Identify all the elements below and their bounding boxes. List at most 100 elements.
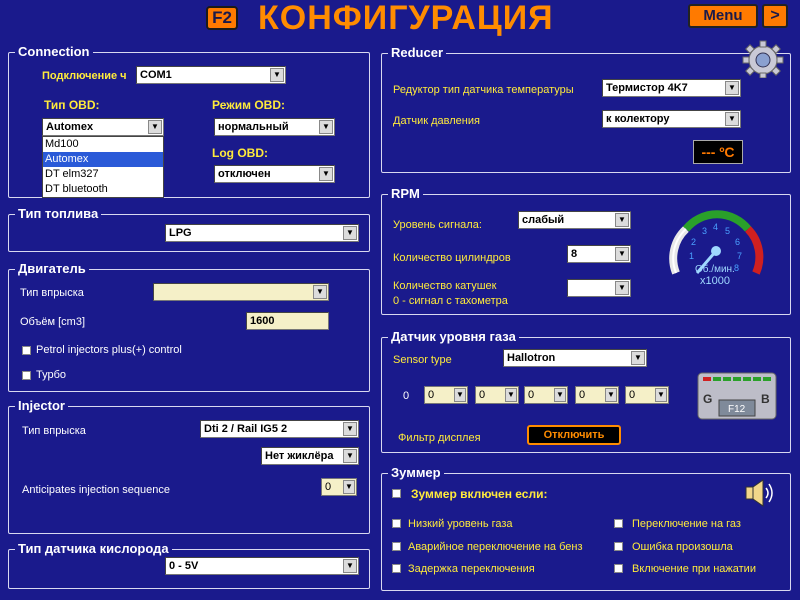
- buzzer-option-checkbox[interactable]: [614, 519, 623, 528]
- coils-select[interactable]: ▼: [567, 279, 631, 297]
- log-obd-select[interactable]: отключен ▼: [214, 165, 335, 183]
- chevron-down-icon[interactable]: ▼: [343, 226, 357, 240]
- page-title: КОНФИГУРАЦИЯ: [258, 0, 554, 37]
- chevron-down-icon[interactable]: ▼: [270, 68, 284, 82]
- obd-mode-select[interactable]: нормальный ▼: [214, 118, 335, 136]
- indicator-key-label: F12: [728, 404, 746, 415]
- pressure-sensor-select[interactable]: к колектору ▼: [602, 110, 741, 128]
- rpm-gauge: 1 2 3 4 5 6 7 8 Об./мин. x1000: [669, 210, 764, 287]
- chevron-down-icon[interactable]: ▼: [725, 112, 739, 126]
- coils-label: Количество катушек: [393, 280, 497, 292]
- chevron-down-icon[interactable]: ▼: [725, 81, 739, 95]
- buzzer-enabled-checkbox[interactable]: [392, 489, 401, 498]
- sensor-type-select[interactable]: Hallotron ▼: [503, 349, 647, 367]
- chevron-down-icon[interactable]: ▼: [319, 120, 333, 134]
- engine-injection-type-select[interactable]: ▼: [153, 283, 329, 301]
- list-item[interactable]: Automex: [43, 152, 163, 167]
- temp-sensor-label: Редуктор тип датчика температуры: [393, 84, 574, 96]
- engine-injection-type-label: Тип впрыска: [20, 287, 84, 299]
- obd-type-dropdown-list[interactable]: Md100 Automex DT elm327 DT bluetooth: [42, 136, 164, 198]
- buzzer-option-label: Переключение на газ: [632, 518, 741, 530]
- gauge-tick-label: 2: [691, 237, 696, 247]
- port-label: Подключение ч: [42, 70, 127, 82]
- list-item[interactable]: DT elm327: [43, 167, 163, 182]
- gauge-unit-label: Об./мин.: [695, 263, 735, 275]
- buzzer-option-checkbox[interactable]: [614, 542, 623, 551]
- volume-input[interactable]: 1600: [246, 312, 329, 330]
- chevron-down-icon[interactable]: ▼: [655, 388, 667, 402]
- gas-level-title: Датчик уровня газа: [388, 329, 519, 345]
- level-stepper-5[interactable]: 0 ▼: [625, 386, 669, 404]
- gauge-hub: [711, 246, 721, 256]
- filter-disable-button[interactable]: Отключить: [527, 425, 621, 445]
- buzzer-title: Зуммер: [388, 465, 444, 481]
- fuel-title: Тип топлива: [15, 206, 102, 222]
- nozzle-select[interactable]: Нет жиклёра ▼: [261, 447, 359, 465]
- engine-title: Двигатель: [15, 261, 89, 277]
- list-item[interactable]: DT bluetooth: [43, 182, 163, 197]
- chevron-down-icon[interactable]: ▼: [343, 422, 357, 436]
- gas-level-indicator: G B F12: [697, 372, 777, 420]
- cylinders-label: Количество цилиндров: [393, 252, 511, 264]
- temp-sensor-select[interactable]: Термистор 4K7 ▼: [602, 79, 741, 97]
- turbo-checkbox[interactable]: [22, 371, 31, 380]
- level-stepper-3[interactable]: 0 ▼: [524, 386, 568, 404]
- chevron-down-icon[interactable]: ▼: [505, 388, 517, 402]
- chevron-down-icon[interactable]: ▼: [454, 388, 466, 402]
- level-stepper-2[interactable]: 0 ▼: [475, 386, 519, 404]
- volume-label: Объём [cm3]: [20, 316, 85, 328]
- chevron-down-icon[interactable]: ▼: [319, 167, 333, 181]
- display-filter-label: Фильтр дисплея: [398, 432, 481, 444]
- chevron-down-icon[interactable]: ▼: [148, 120, 162, 134]
- sensor-type-label: Sensor type: [393, 354, 452, 366]
- obd-mode-label: Режим OBD:: [212, 98, 285, 112]
- gauge-tick-label: 7: [737, 251, 742, 261]
- signal-level-select[interactable]: слабый ▼: [518, 211, 631, 229]
- buzzer-option-label: Включение при нажатии: [632, 563, 756, 575]
- indicator-b-label: B: [761, 392, 770, 406]
- indicator-g-label: G: [703, 392, 712, 406]
- sequence-stepper[interactable]: 0 ▼: [321, 478, 357, 496]
- chevron-down-icon[interactable]: ▼: [615, 281, 629, 295]
- connection-title: Connection: [15, 44, 93, 60]
- oxygen-title: Тип датчика кислорода: [15, 541, 172, 557]
- injector-type-select[interactable]: Dti 2 / Rail IG5 2 ▼: [200, 420, 359, 438]
- chevron-down-icon[interactable]: ▼: [343, 449, 357, 463]
- petrol-injectors-checkbox[interactable]: [22, 346, 31, 355]
- buzzer-option-label: Аварийное переключение на бенз: [408, 541, 583, 553]
- chevron-down-icon[interactable]: ▼: [343, 559, 357, 573]
- fuel-type-select[interactable]: LPG ▼: [165, 224, 359, 242]
- chevron-down-icon[interactable]: ▼: [343, 480, 355, 494]
- injector-type-label: Тип впрыска: [22, 425, 86, 437]
- turbo-label: Турбо: [36, 369, 67, 381]
- level-stepper-1[interactable]: 0 ▼: [424, 386, 468, 404]
- obd-type-label: Тип OBD:: [44, 98, 100, 112]
- buzzer-option-checkbox[interactable]: [614, 564, 623, 573]
- reducer-title: Reducer: [388, 45, 447, 61]
- buzzer-option-checkbox[interactable]: [392, 564, 401, 573]
- buzzer-option-checkbox[interactable]: [392, 542, 401, 551]
- speaker-icon: [745, 479, 773, 507]
- f2-key-badge[interactable]: F2: [206, 6, 238, 30]
- next-page-button[interactable]: >: [762, 4, 788, 28]
- buzzer-option-checkbox[interactable]: [392, 519, 401, 528]
- rpm-title: RPM: [388, 186, 423, 202]
- chevron-down-icon[interactable]: ▼: [605, 388, 617, 402]
- chevron-down-icon[interactable]: ▼: [554, 388, 566, 402]
- obd-type-select[interactable]: Automex ▼: [42, 118, 164, 136]
- cylinders-select[interactable]: 8 ▼: [567, 245, 631, 263]
- list-item[interactable]: Md100: [43, 137, 163, 152]
- gauge-tick-label: 4: [713, 222, 718, 232]
- chevron-down-icon[interactable]: ▼: [615, 213, 629, 227]
- injector-title: Injector: [15, 398, 68, 414]
- gear-icon: [742, 40, 784, 78]
- buzzer-option-label: Ошибка произошла: [632, 541, 733, 553]
- menu-button[interactable]: Menu: [688, 4, 758, 28]
- chevron-down-icon[interactable]: ▼: [615, 247, 629, 261]
- chevron-down-icon[interactable]: ▼: [313, 285, 327, 299]
- chevron-down-icon[interactable]: ▼: [631, 351, 645, 365]
- oxygen-sensor-select[interactable]: 0 - 5V ▼: [165, 557, 359, 575]
- level-stepper-4[interactable]: 0 ▼: [575, 386, 619, 404]
- port-select[interactable]: COM1 ▼: [136, 66, 286, 84]
- gauge-multiplier-label: x1000: [700, 275, 730, 287]
